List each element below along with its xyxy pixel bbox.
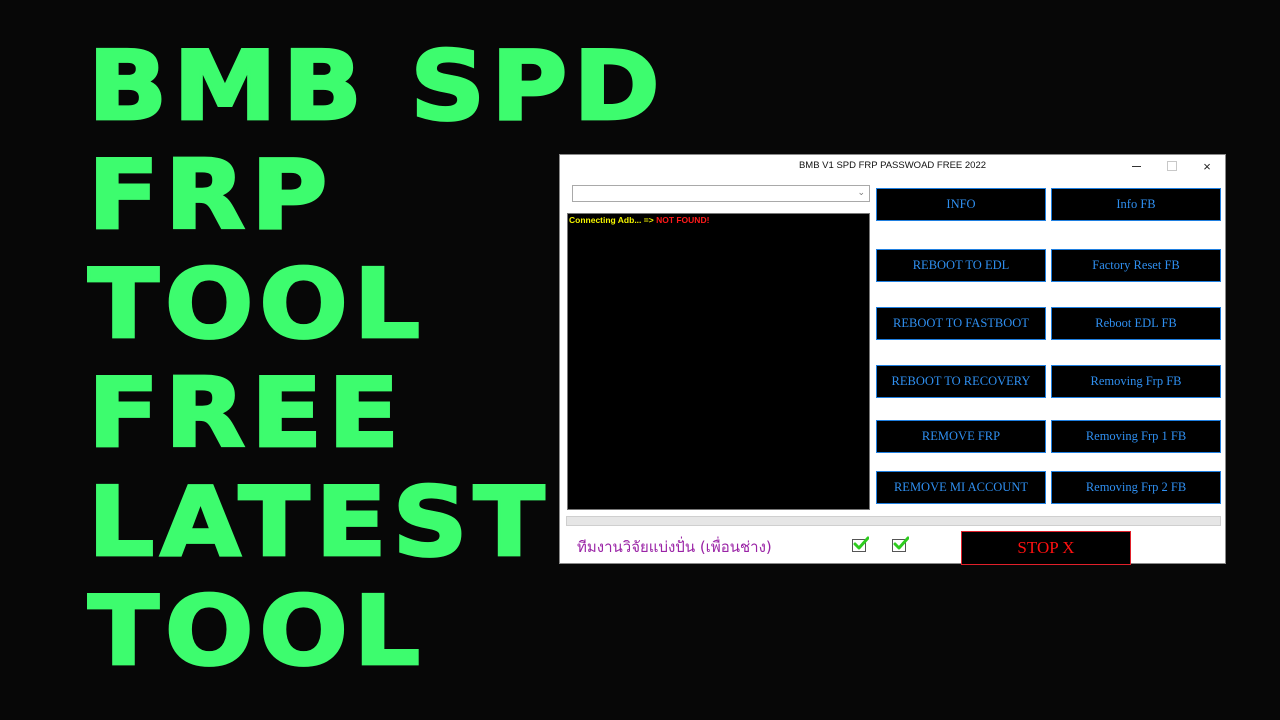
chevron-down-icon[interactable]: ⌄ xyxy=(857,187,865,198)
maximize-icon xyxy=(1167,161,1177,171)
stop-button[interactable]: STOP X xyxy=(961,531,1131,565)
team-label: ทีมงานวิจัยแบ่งปั่น (เพื่อนช่าง) xyxy=(577,538,772,556)
log-line: Connecting Adb... => NOT FOUND! xyxy=(569,215,868,225)
checkmark-icon xyxy=(893,536,909,550)
checkbox-1[interactable] xyxy=(852,536,869,552)
minimize-button[interactable] xyxy=(1119,155,1153,177)
log-arrow: => xyxy=(643,215,657,225)
checkbox-2[interactable] xyxy=(892,536,909,552)
removing-frp-2-fb-button[interactable]: Removing Frp 2 FB xyxy=(1051,471,1221,504)
log-result: NOT FOUND! xyxy=(656,215,710,225)
reboot-to-recovery-button[interactable]: REBOOT TO RECOVERY xyxy=(876,365,1046,398)
checkmark-icon xyxy=(853,536,869,550)
remove-frp-button[interactable]: REMOVE FRP xyxy=(876,420,1046,453)
log-status: Connecting Adb... xyxy=(569,215,644,225)
headline-line: TOOL xyxy=(87,574,427,687)
reboot-to-fastboot-button[interactable]: REBOOT TO FASTBOOT xyxy=(876,307,1046,340)
info-fb-button[interactable]: Info FB xyxy=(1051,188,1221,221)
port-select[interactable]: ⌄ xyxy=(572,185,870,202)
remove-mi-account-button[interactable]: REMOVE MI ACCOUNT xyxy=(876,471,1046,504)
removing-frp-1-fb-button[interactable]: Removing Frp 1 FB xyxy=(1051,420,1221,453)
info-button[interactable]: INFO xyxy=(876,188,1046,221)
factory-reset-fb-button[interactable]: Factory Reset FB xyxy=(1051,249,1221,282)
log-console: Connecting Adb... => NOT FOUND! xyxy=(567,213,870,510)
maximize-button[interactable] xyxy=(1155,155,1189,177)
close-icon: × xyxy=(1203,158,1211,174)
reboot-edl-fb-button[interactable]: Reboot EDL FB xyxy=(1051,307,1221,340)
title-bar[interactable]: BMB V1 SPD FRP PASSWOAD FREE 2022 × xyxy=(560,155,1225,177)
app-window: BMB V1 SPD FRP PASSWOAD FREE 2022 × ⌄ Co… xyxy=(559,154,1226,565)
reboot-to-edl-button[interactable]: REBOOT TO EDL xyxy=(876,249,1046,282)
minimize-icon xyxy=(1131,165,1141,167)
close-button[interactable]: × xyxy=(1190,155,1224,177)
progress-bar xyxy=(566,516,1221,526)
removing-frp-fb-button[interactable]: Removing Frp FB xyxy=(1051,365,1221,398)
headline-line: BMB SPD xyxy=(87,29,666,142)
